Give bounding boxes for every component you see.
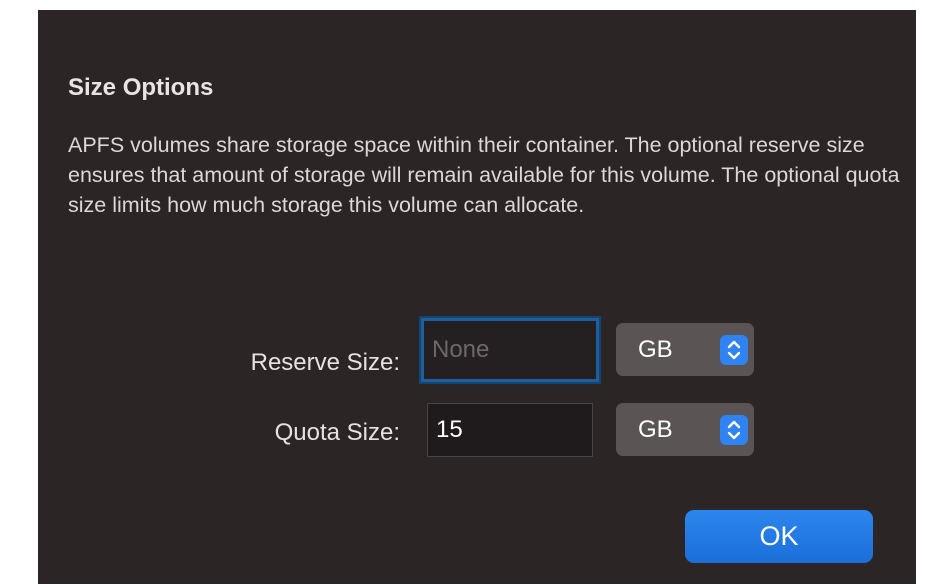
quota-size-value: 15: [436, 416, 463, 443]
dialog-title: Size Options: [68, 74, 214, 101]
quota-unit-label: GB: [638, 415, 673, 443]
size-options-dialog: Size Options APFS volumes share storage …: [38, 10, 916, 584]
reserve-size-label: Reserve Size:: [250, 349, 400, 376]
quota-unit-popup[interactable]: GB: [616, 403, 754, 456]
dialog-description: APFS volumes share storage space within …: [68, 133, 900, 217]
ok-button[interactable]: OK: [685, 510, 873, 563]
quota-size-input[interactable]: 15: [427, 403, 593, 457]
reserve-size-placeholder: None: [432, 336, 490, 363]
reserve-unit-popup[interactable]: GB: [616, 323, 754, 376]
reserve-size-input[interactable]: None: [421, 318, 599, 382]
up-down-chevron-icon: [720, 414, 748, 445]
up-down-chevron-icon: [720, 334, 748, 365]
reserve-unit-label: GB: [638, 335, 673, 363]
quota-size-label: Quota Size:: [274, 419, 400, 446]
